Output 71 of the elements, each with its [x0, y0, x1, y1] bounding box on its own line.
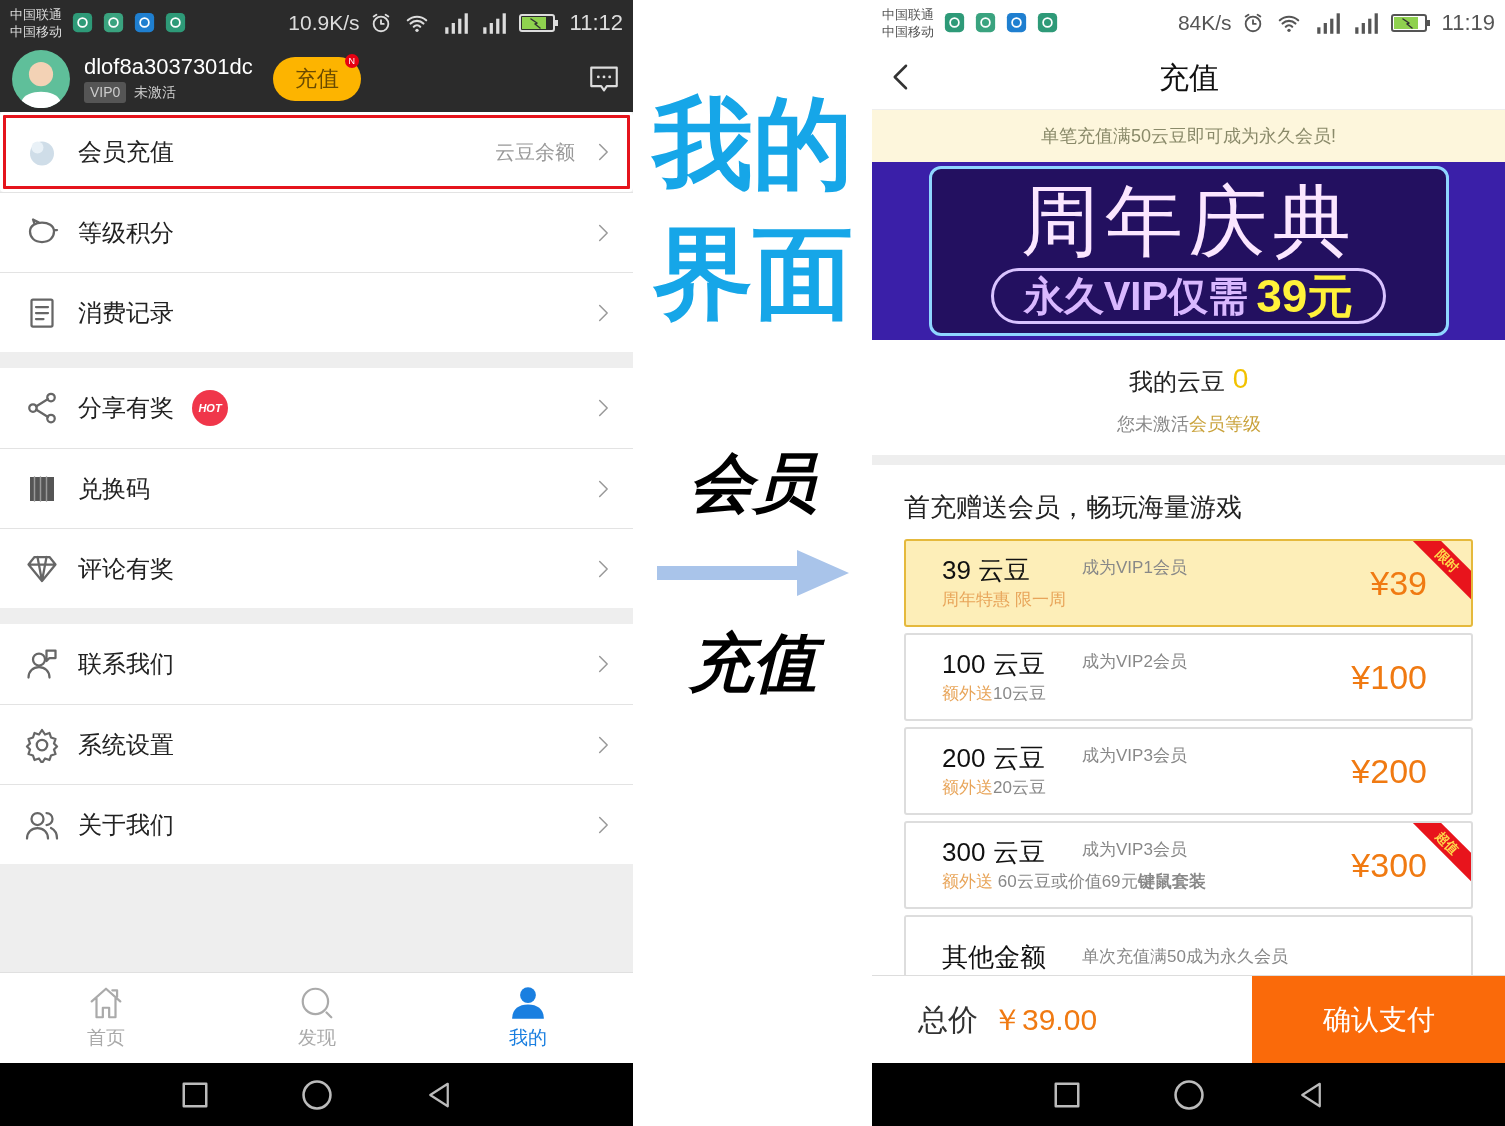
annotation-label: 充值 [674, 618, 831, 708]
balance-hint: 云豆余额 [495, 140, 575, 165]
recharge-button[interactable]: 充值 N [272, 56, 361, 101]
clock-time: 11:19 [1441, 9, 1495, 37]
carrier-name: 中国移动 [882, 22, 934, 40]
page-title: 充值 [1158, 59, 1219, 96]
package-amount: 300 云豆 [942, 836, 1046, 869]
package-card[interactable]: 39 云豆 成为VIP1会员 周年特惠 限一周 ¥39 限时 [904, 539, 1473, 627]
package-card[interactable]: 200 云豆 成为VIP3会员 额外送20云豆 ¥200 [904, 727, 1473, 815]
network-speed: 10.9K/s [288, 9, 360, 36]
banner-price: 39元 [1256, 268, 1354, 324]
right-arrow-icon [656, 548, 849, 598]
menu-item[interactable]: 评论有奖 [0, 528, 633, 608]
annotation-title: 我的 [652, 86, 853, 201]
battery-icon [517, 12, 560, 33]
annotation-label: 会员 [687, 445, 819, 522]
package-amount: 200 云豆 [942, 742, 1046, 775]
bonus-text: 额外送 60云豆或价值69元键鼠套装 [942, 871, 1206, 893]
package-price: ¥100 [1351, 656, 1427, 698]
package-amount: 39 云豆 [942, 554, 1032, 587]
menu-item[interactable]: 消费记录 [0, 272, 633, 352]
carrier-name: 中国移动 [10, 22, 62, 40]
menu-item[interactable]: 分享有奖 HOT [0, 368, 633, 448]
package-benefit: 成为VIP3会员 [1082, 839, 1187, 861]
section-title: 首充赠送会员，畅玩海量游戏 [903, 491, 1243, 524]
package-amount: 其他金额 [942, 941, 1047, 973]
username: dlof8a3037301dc [84, 54, 253, 80]
carrier-name: 中国联通 [10, 5, 62, 23]
gear-icon [24, 726, 60, 763]
package-benefit: 成为VIP2会员 [1082, 651, 1187, 673]
activation-status: 未激活 [134, 83, 177, 102]
total-label: 总价 [918, 1002, 978, 1038]
bonus-text: 额外送20云豆 [942, 777, 1047, 799]
package-price: ¥300 [1351, 844, 1427, 886]
package-card[interactable]: 300 云豆 成为VIP3会员 额外送 60云豆或价值69元键鼠套装 ¥300 超值 [904, 821, 1473, 909]
banner-subtitle: 永久VIP仅需 [1023, 273, 1249, 320]
network-speed: 84K/s [1177, 9, 1232, 36]
carrier-name: 中国联通 [882, 5, 934, 23]
menu-item[interactable]: 系统设置 [0, 704, 633, 784]
annotation-title: 界面 [652, 216, 853, 331]
hot-badge: HOT [192, 390, 228, 426]
balance-value: 0 [1232, 362, 1249, 396]
menu-item[interactable]: 等级积分 [0, 192, 633, 272]
package-price: ¥200 [1351, 750, 1427, 792]
menu-item[interactable]: 会员充值 云豆余额 [0, 112, 633, 192]
package-card[interactable]: 其他金额 单次充值满50成为永久会员 [904, 915, 1473, 975]
menu-item[interactable]: 兑换码 [0, 448, 633, 528]
battery-icon [1389, 12, 1432, 33]
contact-person-icon [24, 646, 60, 682]
notice-banner: 单笔充值满50云豆即可成为永久会员! [872, 110, 1505, 162]
package-card[interactable]: 100 云豆 成为VIP2会员 额外送10云豆 ¥100 [904, 633, 1473, 721]
vip-level-badge: VIP0 [84, 82, 127, 103]
package-benefit: 单次充值满50成为永久会员 [1082, 946, 1288, 968]
home-circle-icon[interactable] [1171, 1077, 1206, 1112]
menu-item[interactable]: 关于我们 [0, 784, 633, 864]
menu-item[interactable]: 联系我们 [0, 624, 633, 704]
package-benefit: 成为VIP3会员 [1082, 745, 1187, 767]
bonus-text: 额外送10云豆 [942, 683, 1047, 705]
avatar-icon [12, 49, 70, 108]
level-hint: 您未激活 [1116, 412, 1189, 436]
package-price: ¥39 [1370, 562, 1427, 604]
package-amount: 100 云豆 [942, 648, 1046, 681]
total-price: ￥39.00 [992, 1002, 1098, 1038]
notification-badge: N [344, 53, 359, 68]
balance-label: 我的云豆 [1128, 367, 1225, 397]
home-circle-icon[interactable] [299, 1077, 334, 1112]
clock-time: 11:12 [569, 9, 623, 37]
package-benefit: 成为VIP1会员 [1082, 557, 1187, 579]
bonus-text: 周年特惠 限一周 [942, 589, 1067, 611]
tab-bar-item[interactable]: 我的 [422, 973, 633, 1063]
banner-title: 周年庆典 [1020, 178, 1357, 264]
